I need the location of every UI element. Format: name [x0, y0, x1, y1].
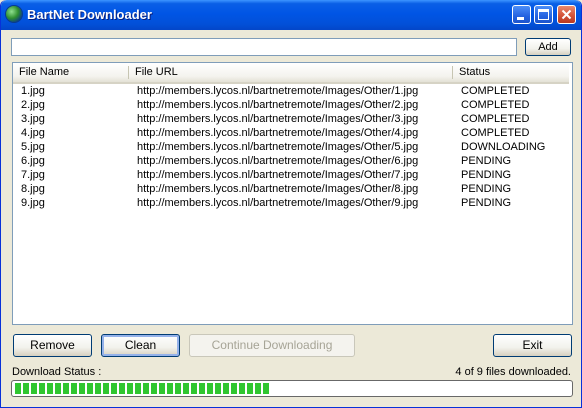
file-name: 5.jpg — [21, 141, 45, 153]
file-name: 9.jpg — [21, 197, 45, 209]
list-item[interactable]: 4.jpg http://members.lycos.nl/bartnetrem… — [13, 126, 569, 140]
minimize-button[interactable] — [512, 5, 531, 24]
file-url: http://members.lycos.nl/bartnetremote/Im… — [137, 155, 419, 167]
list-item[interactable]: 3.jpg http://members.lycos.nl/bartnetrem… — [13, 112, 569, 126]
file-name: 6.jpg — [21, 155, 45, 167]
download-status-label: Download Status : — [12, 366, 102, 378]
file-url: http://members.lycos.nl/bartnetremote/Im… — [137, 197, 419, 209]
remove-button[interactable]: Remove — [13, 334, 92, 357]
file-url: http://members.lycos.nl/bartnetremote/Im… — [137, 113, 419, 125]
file-status: PENDING — [461, 197, 512, 209]
clean-button[interactable]: Clean — [101, 334, 180, 357]
list-item[interactable]: 2.jpg http://members.lycos.nl/bartnetrem… — [13, 98, 569, 112]
exit-button[interactable]: Exit — [493, 334, 572, 357]
file-url: http://members.lycos.nl/bartnetremote/Im… — [137, 141, 419, 153]
column-header-file-url[interactable]: File URL — [129, 63, 453, 82]
file-status: COMPLETED — [461, 99, 530, 111]
list-item[interactable]: 5.jpg http://members.lycos.nl/bartnetrem… — [13, 140, 569, 154]
url-input[interactable] — [11, 38, 517, 56]
file-name: 7.jpg — [21, 169, 45, 181]
file-name: 2.jpg — [21, 99, 45, 111]
file-url: http://members.lycos.nl/bartnetremote/Im… — [137, 85, 419, 97]
column-header-file-name[interactable]: File Name — [13, 63, 129, 82]
close-icon — [561, 9, 572, 20]
file-name: 4.jpg — [21, 127, 45, 139]
file-status: COMPLETED — [461, 113, 530, 125]
maximize-icon — [538, 9, 549, 20]
progress-fill — [15, 383, 270, 394]
add-button[interactable]: Add — [525, 38, 571, 56]
list-item[interactable]: 9.jpg http://members.lycos.nl/bartnetrem… — [13, 196, 569, 210]
file-status: PENDING — [461, 155, 512, 167]
downloader-window: BartNet Downloader Add File Name File UR… — [0, 0, 582, 408]
file-status: COMPLETED — [461, 127, 530, 139]
file-status: PENDING — [461, 169, 512, 181]
progress-text: 4 of 9 files downloaded. — [455, 366, 571, 378]
list-item[interactable]: 1.jpg http://members.lycos.nl/bartnetrem… — [13, 84, 569, 98]
list-item[interactable]: 7.jpg http://members.lycos.nl/bartnetrem… — [13, 168, 569, 182]
download-list[interactable]: File Name File URL Status 1.jpg http://m… — [12, 62, 573, 325]
continue-downloading-button: Continue Downloading — [189, 334, 355, 357]
file-name: 8.jpg — [21, 183, 45, 195]
file-url: http://members.lycos.nl/bartnetremote/Im… — [137, 169, 419, 181]
file-status: COMPLETED — [461, 85, 530, 97]
maximize-button[interactable] — [534, 5, 553, 24]
list-item[interactable]: 6.jpg http://members.lycos.nl/bartnetrem… — [13, 154, 569, 168]
file-status: DOWNLOADING — [461, 141, 546, 153]
file-name: 1.jpg — [21, 85, 45, 97]
close-button[interactable] — [557, 5, 576, 24]
file-url: http://members.lycos.nl/bartnetremote/Im… — [137, 183, 419, 195]
file-name: 3.jpg — [21, 113, 45, 125]
list-item[interactable]: 8.jpg http://members.lycos.nl/bartnetrem… — [13, 182, 569, 196]
window-title: BartNet Downloader — [27, 7, 152, 22]
download-progress-bar — [11, 380, 573, 397]
file-url: http://members.lycos.nl/bartnetremote/Im… — [137, 127, 419, 139]
list-header: File Name File URL Status — [13, 63, 569, 84]
column-header-status[interactable]: Status — [453, 63, 569, 82]
file-status: PENDING — [461, 183, 512, 195]
minimize-icon — [517, 17, 524, 20]
file-url: http://members.lycos.nl/bartnetremote/Im… — [137, 99, 419, 111]
title-bar[interactable]: BartNet Downloader — [1, 0, 581, 30]
globe-icon — [6, 6, 22, 22]
